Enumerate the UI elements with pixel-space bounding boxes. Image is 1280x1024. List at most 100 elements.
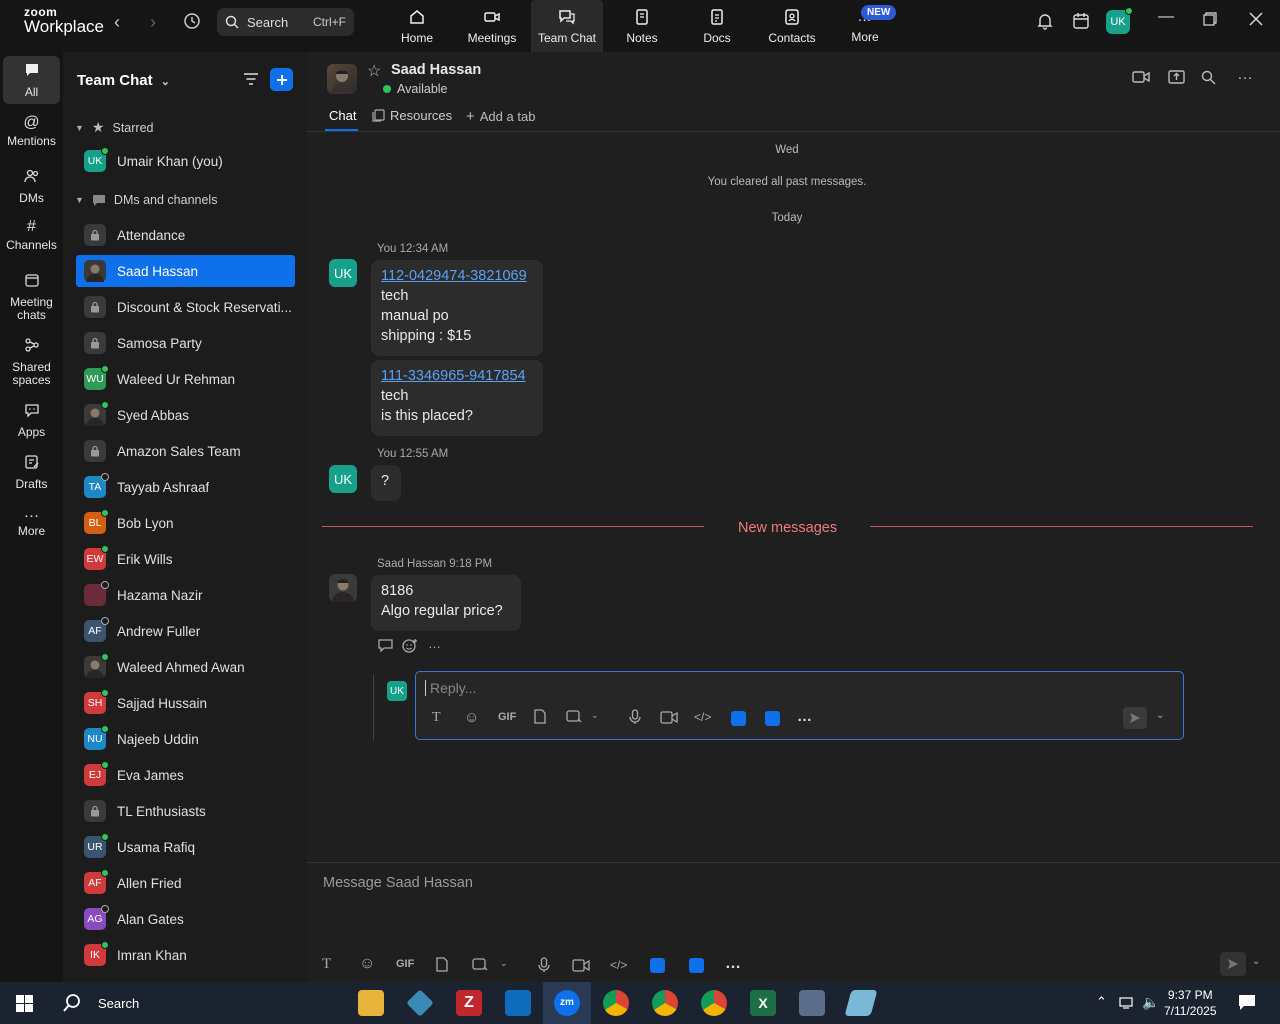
minimize-icon[interactable]: — — [1158, 8, 1174, 26]
more-actions-icon[interactable]: … — [428, 636, 441, 651]
chevron-down-icon[interactable]: ⌄ — [500, 958, 508, 969]
rail-item-shared-spaces[interactable]: Shared spaces — [3, 337, 60, 387]
chrome-icon[interactable] — [603, 990, 629, 1016]
sidebar-item[interactable]: WU Waleed Ur Rehman — [76, 363, 295, 395]
zoom-icon[interactable]: zm — [554, 990, 580, 1016]
send-button[interactable] — [1220, 952, 1246, 976]
app-icon[interactable] — [844, 990, 878, 1016]
taskbar-search[interactable]: Search — [52, 982, 352, 1024]
contact-avatar[interactable] — [327, 64, 357, 94]
sidebar-item[interactable]: Saad Hassan — [76, 255, 295, 287]
section-dms-channels[interactable]: ▼ DMs and channels — [75, 193, 217, 207]
code-snippet-icon[interactable]: </> — [610, 958, 627, 972]
search-input[interactable]: Search Ctrl+F — [217, 8, 354, 36]
close-icon[interactable] — [1249, 12, 1263, 31]
tab-home[interactable]: Home — [381, 0, 453, 52]
message-link[interactable]: 112-0429474-3821069 — [381, 268, 527, 284]
screenshot-icon[interactable] — [566, 709, 582, 727]
rail-item-apps[interactable]: Apps — [3, 402, 60, 439]
message-bubble[interactable]: 111-3346965-9417854 tech is this placed? — [371, 360, 543, 436]
forward-arrow-icon[interactable]: › — [150, 12, 156, 33]
notification-icon[interactable] — [1238, 994, 1256, 1014]
sidebar-item[interactable]: Waleed Ahmed Awan — [76, 651, 295, 683]
filter-icon[interactable] — [243, 72, 259, 89]
sidebar-item[interactable]: UR Usama Rafiq — [76, 831, 295, 863]
message-avatar[interactable]: UK — [329, 465, 357, 493]
sidebar-item[interactable]: Samosa Party — [76, 327, 295, 359]
video-message-icon[interactable] — [572, 959, 590, 975]
sidebar-item[interactable]: IK Imran Khan — [76, 939, 295, 971]
message-avatar[interactable]: UK — [329, 259, 357, 287]
reply-input[interactable] — [425, 680, 1125, 696]
tab-resources[interactable]: Resources — [372, 108, 452, 123]
rail-item-drafts[interactable]: Drafts — [3, 454, 60, 491]
rail-item-channels[interactable]: # Channels — [3, 219, 60, 252]
text-format-icon[interactable]: T — [432, 710, 441, 726]
code-snippet-icon[interactable]: </> — [694, 710, 711, 724]
sidebar-item[interactable]: EW Erik Wills — [76, 543, 295, 575]
chevron-down-icon[interactable]: ⌄ — [1252, 956, 1260, 967]
section-starred[interactable]: ▼ ★ Starred — [75, 119, 153, 136]
sidebar-item[interactable]: Discount & Stock Reservati... — [76, 291, 295, 323]
system-clock[interactable]: 9:37 PM 7/11/2025 — [1164, 987, 1217, 1019]
sidebar-item[interactable]: Syed Abbas — [76, 399, 295, 431]
user-avatar[interactable]: UK — [1106, 7, 1133, 34]
sidebar-item[interactable]: SH Sajjad Hussain — [76, 687, 295, 719]
message-avatar[interactable] — [329, 574, 357, 602]
rail-item-more[interactable]: … More — [3, 505, 60, 538]
more-options-icon[interactable]: … — [1237, 66, 1253, 84]
screenshot-icon[interactable] — [472, 957, 488, 975]
chrome-icon[interactable] — [701, 990, 727, 1016]
tab-contacts[interactable]: Contacts — [756, 0, 828, 52]
gif-button[interactable]: GIF — [396, 958, 414, 970]
microphone-icon[interactable] — [538, 957, 550, 976]
chevron-down-icon[interactable]: ⌄ — [591, 710, 599, 721]
video-message-icon[interactable] — [660, 711, 678, 727]
app-shortcut-icon[interactable] — [731, 711, 746, 726]
sidebar-item[interactable]: NU Najeeb Uddin — [76, 723, 295, 755]
sidebar-item[interactable]: TL Enthusiasts — [76, 795, 295, 827]
file-explorer-icon[interactable] — [358, 990, 384, 1016]
emoji-icon[interactable]: ☺ — [359, 955, 375, 973]
star-outline-icon[interactable]: ☆ — [367, 61, 381, 81]
add-reaction-icon[interactable] — [402, 638, 418, 657]
rail-item-dms[interactable]: DMs — [3, 168, 60, 205]
tab-meetings[interactable]: Meetings — [456, 0, 528, 52]
calendar-icon[interactable] — [1072, 12, 1090, 35]
message-bubble[interactable]: 8186 Algo regular price? — [371, 575, 521, 631]
text-format-icon[interactable]: T — [322, 956, 331, 973]
rail-item-mentions[interactable]: @ Mentions — [3, 115, 60, 148]
reply-icon[interactable] — [378, 638, 394, 656]
outlook-icon[interactable] — [505, 990, 531, 1016]
bell-icon[interactable] — [1036, 12, 1054, 35]
sidebar-item[interactable]: Amazon Sales Team — [76, 435, 295, 467]
sidebar-title[interactable]: Team Chat ⌄ — [77, 72, 170, 89]
sidebar-item[interactable]: Attendance — [76, 219, 295, 251]
tab-docs[interactable]: Docs — [681, 0, 753, 52]
chevron-up-icon[interactable]: ⌃ — [1096, 994, 1107, 1010]
message-link[interactable]: 111-3346965-9417854 — [381, 368, 526, 384]
excel-icon[interactable]: X — [750, 990, 776, 1016]
sidebar-item[interactable]: AF Andrew Fuller — [76, 615, 295, 647]
gif-button[interactable]: GIF — [498, 711, 516, 723]
share-screen-icon[interactable] — [1168, 70, 1185, 89]
app-shortcut-icon[interactable] — [650, 958, 665, 973]
chevron-down-icon[interactable]: ⌄ — [1156, 710, 1164, 721]
sidebar-item[interactable]: AF Allen Fried — [76, 867, 295, 899]
filezilla-icon[interactable]: Z — [456, 990, 482, 1016]
search-icon[interactable] — [1201, 70, 1216, 89]
sidebar-item[interactable]: UK Umair Khan (you) — [76, 145, 295, 177]
message-bubble[interactable]: 112-0429474-3821069 tech manual po shipp… — [371, 260, 543, 356]
sidebar-item[interactable]: TA Tayyab Ashraaf — [76, 471, 295, 503]
microphone-icon[interactable] — [629, 709, 641, 728]
calculator-icon[interactable] — [799, 990, 825, 1016]
tab-notes[interactable]: Notes — [606, 0, 678, 52]
app-shortcut-icon[interactable] — [689, 958, 704, 973]
app-shortcut-icon[interactable] — [765, 711, 780, 726]
emoji-icon[interactable]: ☺ — [464, 709, 479, 726]
rail-item-all[interactable]: All — [3, 56, 60, 104]
rail-item-meeting-chats[interactable]: Meeting chats — [3, 272, 60, 322]
tab-team-chat[interactable]: Team Chat — [531, 0, 603, 52]
app-icon[interactable] — [406, 989, 434, 1017]
sidebar-item[interactable]: EJ Eva James — [76, 759, 295, 791]
